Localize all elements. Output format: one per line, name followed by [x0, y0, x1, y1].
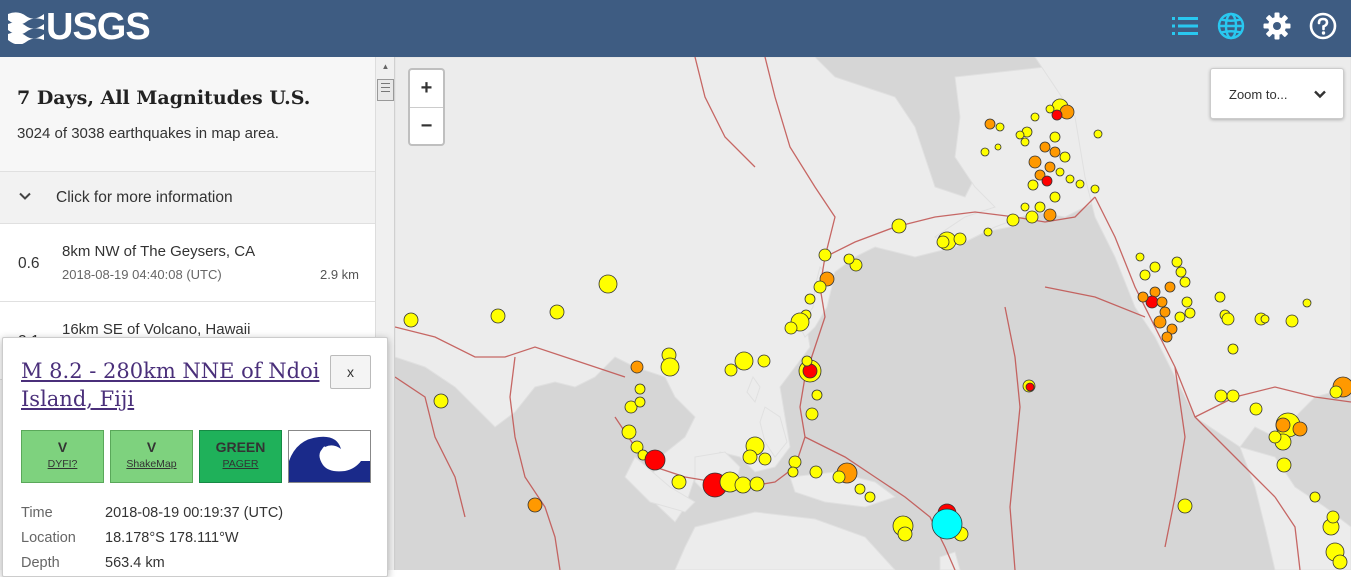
zoom-control: + −	[408, 68, 445, 146]
popup-close-button[interactable]: x	[330, 355, 371, 389]
eq-time: 2018-08-19 04:40:08 (UTC)	[62, 267, 222, 282]
scroll-up-arrow-icon[interactable]: ▲	[379, 60, 392, 73]
map-canvas[interactable]	[395, 57, 1351, 570]
logo-text: USGS	[46, 6, 151, 48]
more-info-label: Click for more information	[56, 189, 233, 206]
site-header: USGS	[0, 0, 1351, 57]
depth-label: Depth	[21, 555, 60, 571]
more-info-toggle[interactable]: Click for more information	[0, 172, 375, 224]
chevron-down-icon	[19, 192, 31, 200]
shakemap-label: ShakeMap	[126, 458, 177, 470]
popup-title-link[interactable]: M 8.2 - 280km NNE of Ndoi Island, Fiji	[21, 357, 321, 413]
pager-badge[interactable]: GREEN PAGER	[199, 430, 282, 483]
zoom-to-label: Zoom to...	[1229, 87, 1288, 102]
list-header: 7 Days, All Magnitudes U.S. 3024 of 3038…	[0, 57, 375, 172]
tsunami-icon[interactable]	[288, 430, 371, 483]
zoom-in-button[interactable]: +	[410, 70, 443, 107]
eq-depth: 2.9 km	[319, 267, 359, 282]
location-value: 18.178°S 178.111°W	[105, 530, 239, 546]
location-label: Location	[21, 530, 76, 546]
depth-value: 563.4 km	[105, 555, 165, 571]
dyfi-badge[interactable]: V DYFI?	[21, 430, 104, 483]
zoom-to-dropdown[interactable]: Zoom to...	[1210, 68, 1344, 119]
eq-magnitude: 0.6	[18, 255, 40, 272]
globe-icon[interactable]	[1215, 10, 1247, 42]
list-count: 3024 of 3038 earthquakes in map area.	[17, 125, 279, 142]
list-item[interactable]: 0.6 8km NW of The Geysers, CA 2018-08-19…	[0, 224, 375, 302]
time-label: Time	[21, 505, 53, 521]
eq-place: 16km SE of Volcano, Hawaii	[62, 321, 251, 338]
list-icon[interactable]	[1169, 10, 1201, 42]
shakemap-intensity: V	[146, 439, 157, 455]
pager-alert: GREEN	[215, 439, 266, 455]
chevron-down-icon	[1314, 90, 1326, 99]
scroll-thumb[interactable]	[377, 79, 394, 101]
dyfi-intensity: V	[57, 439, 68, 455]
earthquake-map[interactable]	[395, 57, 1351, 570]
usgs-logo[interactable]: USGS	[8, 6, 151, 48]
eq-place: 8km NW of The Geysers, CA	[62, 243, 256, 260]
dyfi-label: DYFI?	[47, 458, 78, 470]
list-title: 7 Days, All Magnitudes U.S.	[17, 87, 311, 109]
earthquake-popup: M 8.2 - 280km NNE of Ndoi Island, Fiji x…	[2, 337, 388, 577]
gear-icon[interactable]	[1261, 10, 1293, 42]
usgs-waves-icon	[8, 12, 44, 44]
shakemap-badge[interactable]: V ShakeMap	[110, 430, 193, 483]
help-icon[interactable]	[1307, 10, 1339, 42]
pager-label: PAGER	[222, 458, 259, 470]
time-value: 2018-08-19 00:19:37 (UTC)	[105, 505, 284, 521]
zoom-out-button[interactable]: −	[410, 107, 443, 144]
